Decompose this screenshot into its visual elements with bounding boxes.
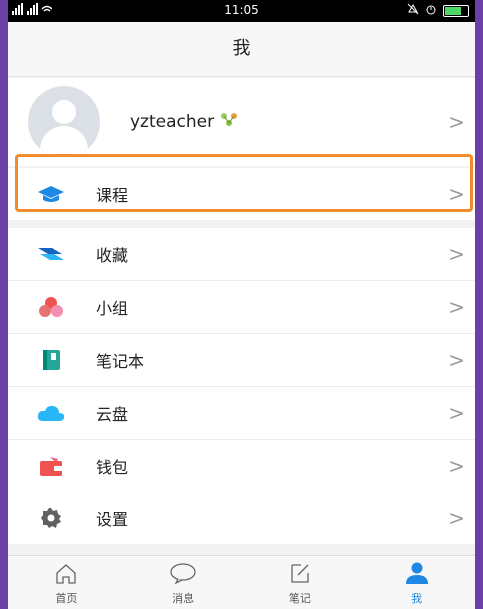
home-icon (54, 562, 78, 588)
chevron-right-icon: > (448, 348, 465, 372)
main-menu-section: 收藏 > 小组 > 笔记本 > 云盘 > 钱包 > (8, 228, 475, 492)
tab-label: 我 (411, 592, 423, 605)
chevron-right-icon: > (448, 401, 465, 425)
menu-item-group[interactable]: 小组 > (8, 281, 475, 334)
chevron-right-icon: > (448, 110, 465, 134)
person-icon (404, 562, 430, 588)
profile-row[interactable]: yzteacher > (8, 78, 475, 166)
tab-home[interactable]: 首页 (8, 556, 125, 609)
app-frame: 11:05 我 yzteacher > 课程 > 收藏 > 小组 > 笔记本 >… (8, 0, 475, 609)
gear-icon (34, 506, 68, 530)
mute-icon (407, 3, 419, 18)
status-time: 11:05 (224, 3, 259, 17)
chevron-right-icon: > (448, 182, 465, 206)
group-icon (34, 295, 68, 319)
status-bar: 11:05 (8, 0, 475, 22)
wallet-icon (34, 454, 68, 478)
menu-label: 小组 (96, 299, 129, 318)
note-icon (288, 562, 312, 588)
status-icons (407, 3, 469, 18)
tab-me[interactable]: 我 (358, 556, 475, 609)
menu-label: 笔记本 (96, 352, 145, 371)
tab-messages[interactable]: 消息 (125, 556, 242, 609)
menu-label: 云盘 (96, 405, 129, 424)
tab-notes[interactable]: 笔记 (242, 556, 359, 609)
chevron-right-icon: > (448, 295, 465, 319)
graduation-cap-icon (34, 182, 68, 206)
tab-label: 消息 (172, 592, 195, 605)
menu-item-cloud[interactable]: 云盘 > (8, 387, 475, 440)
profile-section: yzteacher > (8, 78, 475, 166)
sprout-badge-icon (220, 112, 238, 132)
menu-label: 收藏 (96, 246, 129, 265)
settings-section: 设置 > (8, 492, 475, 544)
battery-icon (443, 4, 469, 17)
favorites-layers-icon (34, 242, 68, 266)
menu-item-notebook[interactable]: 笔记本 > (8, 334, 475, 387)
course-section: 课程 > (8, 168, 475, 220)
bottom-tab-bar: 首页 消息 笔记 我 (8, 555, 475, 609)
cloud-icon (34, 401, 68, 425)
username: yzteacher (130, 112, 215, 132)
menu-label: 钱包 (96, 458, 129, 477)
tab-label: 笔记 (288, 592, 311, 605)
page-title: 我 (8, 22, 475, 77)
tab-label: 首页 (55, 592, 78, 605)
menu-item-course[interactable]: 课程 > (8, 168, 475, 220)
chevron-right-icon: > (448, 454, 465, 478)
message-icon (169, 562, 197, 588)
avatar (28, 86, 100, 158)
menu-item-favorites[interactable]: 收藏 > (8, 228, 475, 281)
chevron-right-icon: > (448, 506, 465, 530)
notebook-icon (34, 348, 68, 372)
menu-item-settings[interactable]: 设置 > (8, 492, 475, 544)
alarm-icon (425, 3, 437, 18)
menu-item-wallet[interactable]: 钱包 > (8, 440, 475, 492)
menu-label: 设置 (96, 510, 129, 529)
menu-label: 课程 (96, 186, 129, 205)
chevron-right-icon: > (448, 242, 465, 266)
